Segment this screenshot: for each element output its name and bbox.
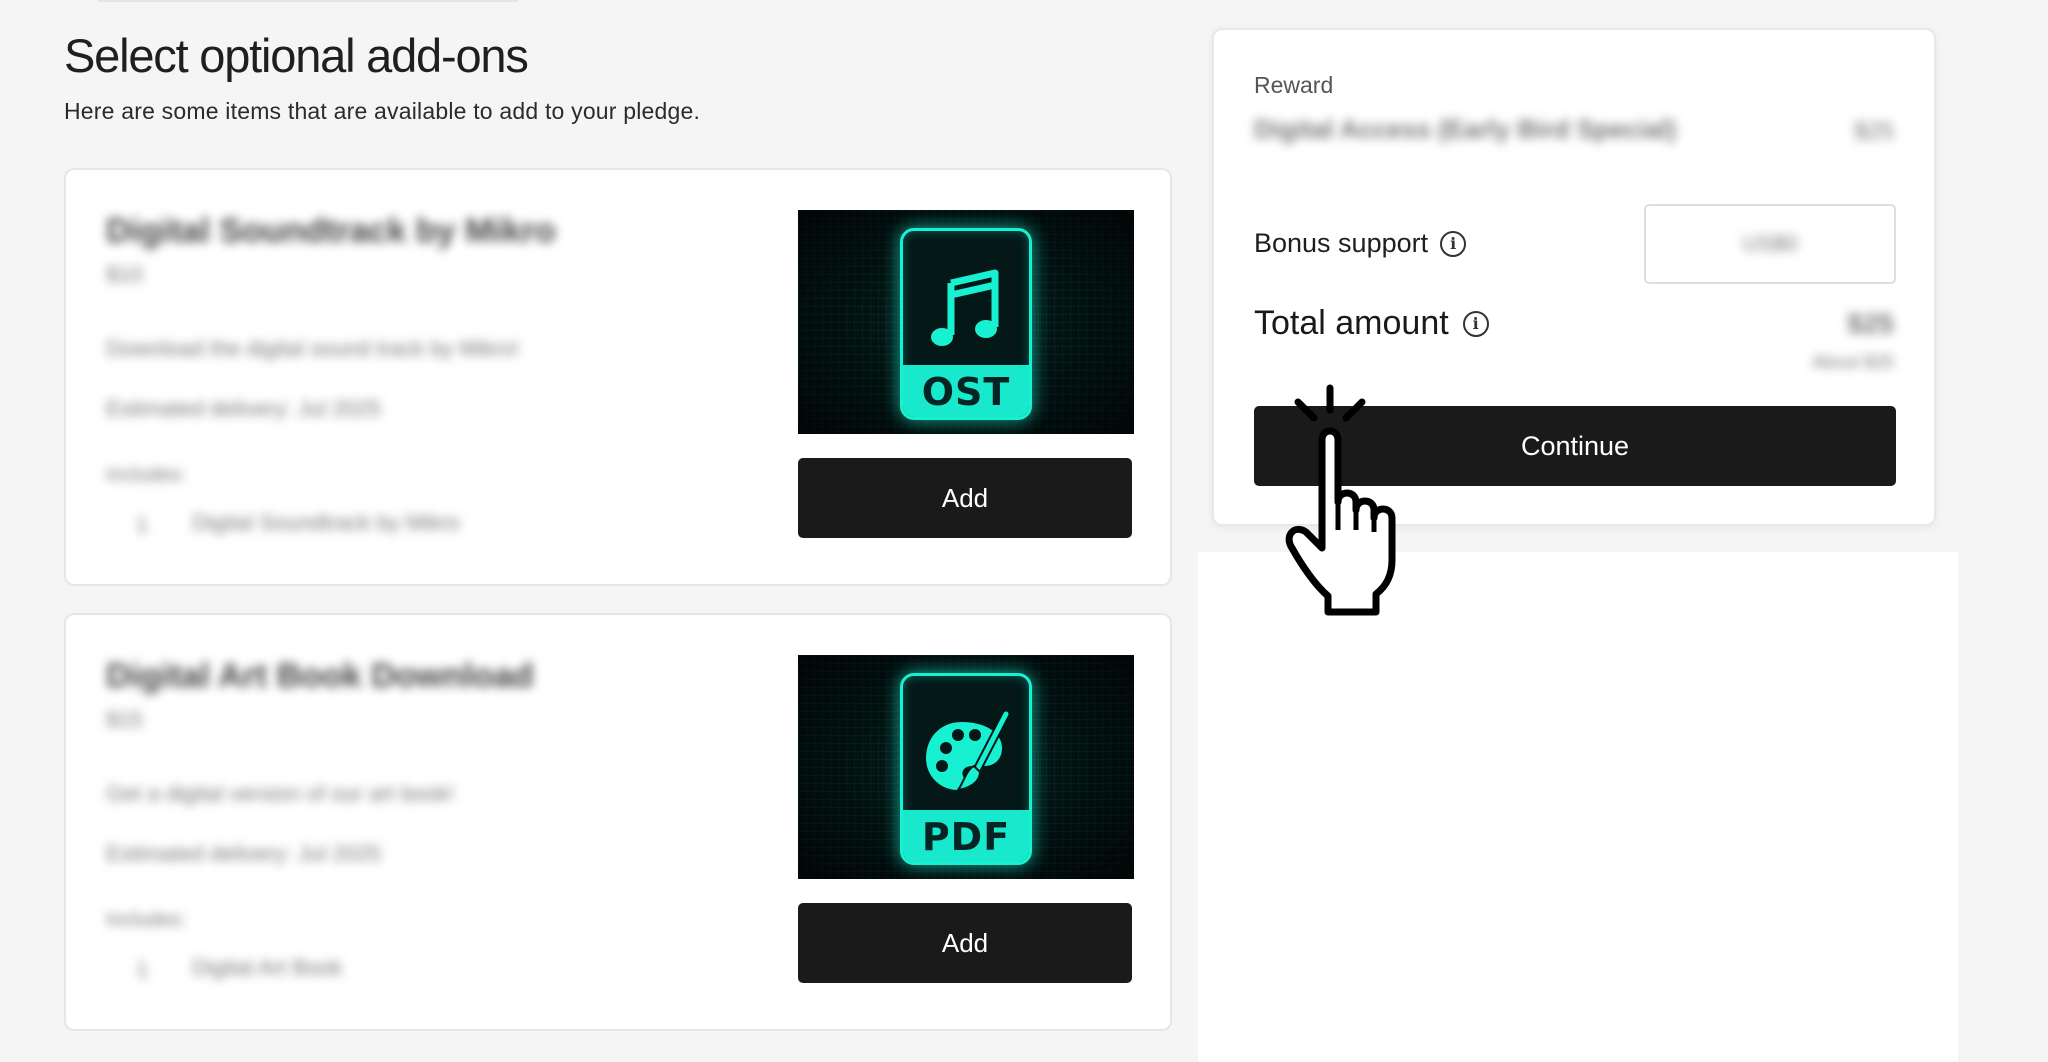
total-amount-label: Total amount <box>1254 304 1449 342</box>
addon-delivery: Estimated delivery: Jul 2025 <box>106 396 382 421</box>
addon-includes-label: Includes: <box>106 464 187 486</box>
addon-include-item: Digital Art Book <box>192 955 343 980</box>
addon-title: Digital Art Book Download <box>106 657 534 695</box>
image-label: OST <box>903 365 1029 417</box>
addon-description: Get a digital version of our art book! <box>106 781 455 806</box>
add-button-soundtrack[interactable]: Add <box>798 458 1132 538</box>
pointer-hand-icon <box>1285 384 1396 616</box>
document-icon: PDF <box>900 673 1032 865</box>
bonus-support-label: Bonus support <box>1254 228 1429 258</box>
palette-icon <box>903 708 1029 809</box>
addon-delivery: Estimated delivery: Jul 2025 <box>106 841 382 866</box>
addon-price: $15 <box>106 707 143 732</box>
bonus-support-row: Bonus support i <box>1254 228 1467 259</box>
addon-image-pdf: PDF <box>798 655 1134 879</box>
reward-price: $25 <box>1853 118 1894 145</box>
addon-includes-label: Includes: <box>106 909 187 931</box>
addon-card-soundtrack: Digital Soundtrack by Mikro $10 Download… <box>64 168 1172 586</box>
addon-card-artbook: Digital Art Book Download $15 Get a digi… <box>64 613 1172 1031</box>
page-title: Select optional add-ons <box>64 29 529 82</box>
top-divider <box>98 0 518 2</box>
addon-include-quantity: 1 <box>136 512 149 537</box>
addon-image-ost: OST <box>798 210 1134 434</box>
info-icon[interactable]: i <box>1440 230 1467 257</box>
total-amount-note: About $25 <box>1811 352 1894 372</box>
bonus-support-value: US$0 <box>1742 231 1798 256</box>
sidebar-background <box>1198 552 1958 1062</box>
addon-include-quantity: 1 <box>136 957 149 982</box>
addon-include-item: Digital Soundtrack by Mikro <box>192 510 460 535</box>
music-note-icon <box>903 263 1029 358</box>
info-icon[interactable]: i <box>1462 310 1489 337</box>
reward-label: Reward <box>1254 72 1334 98</box>
add-button-artbook[interactable]: Add <box>798 903 1132 983</box>
addon-title: Digital Soundtrack by Mikro <box>106 212 556 250</box>
total-amount-row: Total amount i <box>1254 304 1489 343</box>
addon-description: Download the digital sound track by Mikr… <box>106 336 520 361</box>
total-amount-value: $25 <box>1847 308 1894 339</box>
bonus-support-input[interactable]: US$0 <box>1644 204 1896 284</box>
addon-price: $10 <box>106 262 143 287</box>
image-label: PDF <box>903 810 1029 862</box>
reward-name: Digital Access (Early Bird Special) <box>1254 114 1677 144</box>
page-subtitle: Here are some items that are available t… <box>64 98 701 124</box>
document-icon: OST <box>900 228 1032 420</box>
